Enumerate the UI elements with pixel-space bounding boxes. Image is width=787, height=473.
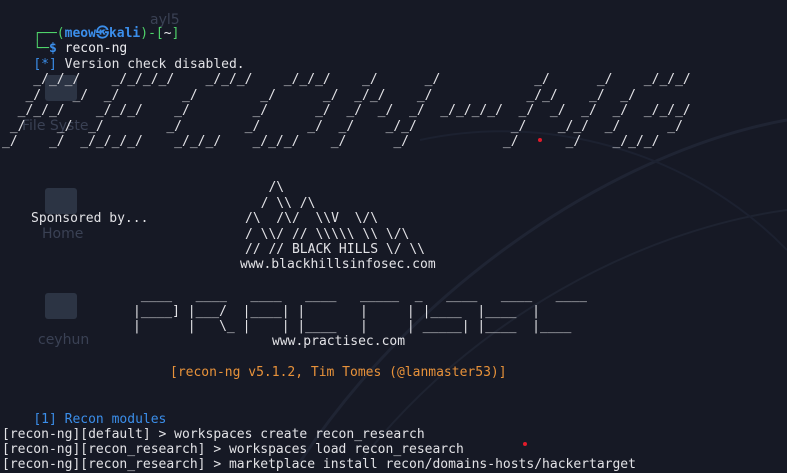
sponsored-label: Sponsored by... bbox=[31, 211, 149, 226]
modules-count: [1] bbox=[33, 411, 57, 427]
red-dot bbox=[523, 442, 527, 446]
recon-ng-banner: _/_/_/ _/_/_/_/ _/_/_/ _/_/_/ _/ _/ _/ _… bbox=[2, 72, 691, 149]
prompt-close: ] bbox=[171, 25, 180, 41]
black-hills-art: /\ / \\ /\ /\ /\/ \\V \/\ / \\/ // \\\\\… bbox=[245, 180, 426, 257]
info-prefix: [*] bbox=[33, 56, 57, 72]
practisec-url: www.practisec.com bbox=[272, 334, 406, 349]
command-history-1: [recon-ng][default] > workspaces create … bbox=[2, 427, 425, 442]
red-dot bbox=[538, 138, 542, 142]
version-check-text: Version check disabled. bbox=[56, 56, 245, 72]
practisec-art: ____ ____ ____ ____ _____ _ ____ ____ __… bbox=[133, 288, 587, 334]
terminal-window[interactable]: ┌──(meow㉿kali)-[~] └─$ recon-ng [*] Vers… bbox=[0, 0, 787, 473]
prompt-cwd: ~ bbox=[163, 25, 172, 41]
command-history-2: [recon-ng][recon_research] > workspaces … bbox=[2, 442, 464, 457]
bhis-url: www.blackhillsinfosec.com bbox=[240, 257, 436, 272]
prompt-mid: )-[ bbox=[140, 25, 164, 41]
recon-ng-version-line: [recon-ng v5.1.2, Tim Tomes (@lanmaster5… bbox=[170, 365, 507, 380]
modules-label: Recon modules bbox=[56, 411, 167, 427]
command-history-3: [recon-ng][recon_research] > marketplace… bbox=[2, 457, 636, 472]
